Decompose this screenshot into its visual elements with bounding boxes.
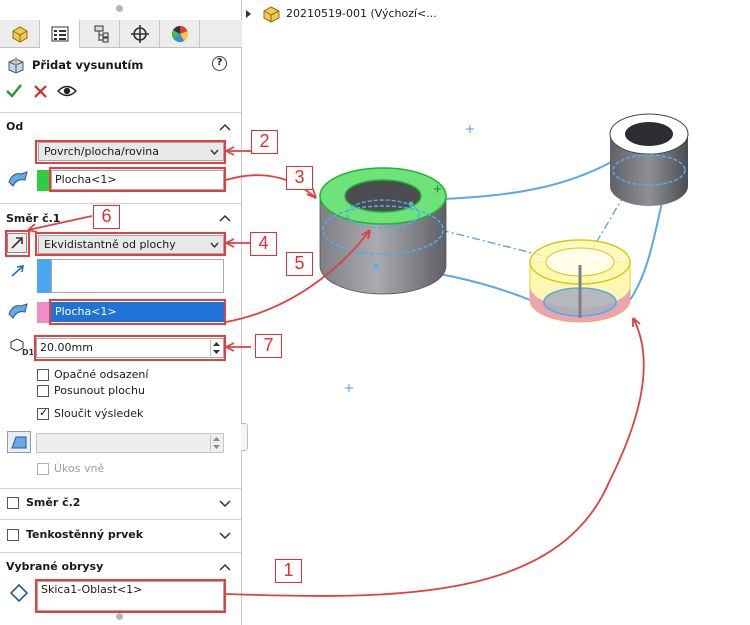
callout-1: 1 bbox=[275, 559, 302, 583]
origin-marker bbox=[345, 384, 353, 392]
origin-marker bbox=[466, 125, 474, 133]
extrude-preview-cylinder[interactable] bbox=[529, 239, 631, 323]
back-right-cylinder[interactable] bbox=[609, 113, 689, 206]
highlight-reverse-direction bbox=[5, 230, 30, 257]
highlight-od-face bbox=[49, 167, 226, 192]
highlight-offset-distance bbox=[34, 335, 226, 361]
highlight-start-condition bbox=[35, 140, 226, 164]
callout-4: 4 bbox=[250, 232, 277, 256]
selected-face-cylinder[interactable] bbox=[319, 167, 447, 295]
callout-5: 5 bbox=[286, 252, 313, 276]
callout-7: 7 bbox=[255, 334, 282, 358]
callout-6: 6 bbox=[93, 205, 120, 229]
sketch-edge bbox=[629, 189, 666, 301]
sketch-edge bbox=[440, 159, 616, 200]
highlight-end-condition bbox=[35, 232, 226, 256]
highlight-contours bbox=[35, 579, 226, 613]
callout-3: 3 bbox=[286, 166, 313, 190]
callout-2: 2 bbox=[251, 130, 278, 154]
highlight-direction-face bbox=[49, 299, 226, 325]
